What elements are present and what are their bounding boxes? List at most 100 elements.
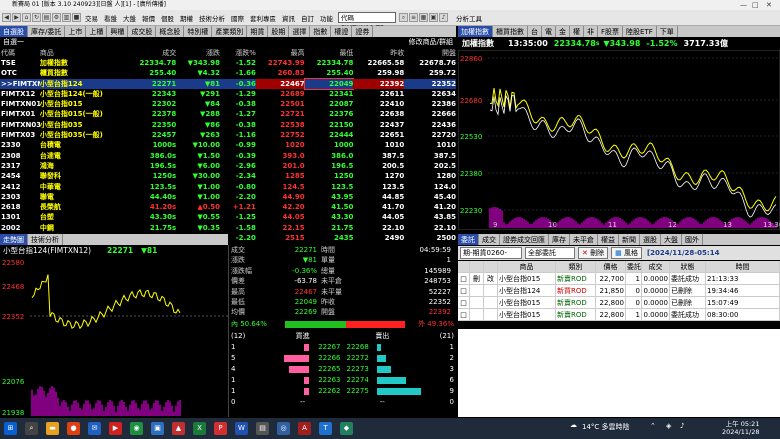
network-icon[interactable]: ◈ [666,422,671,430]
tab[interactable]: 興櫃 [107,26,129,37]
tab[interactable]: 台 [528,26,542,37]
column-header[interactable]: 狀態 [670,261,706,272]
modify-order-button[interactable] [484,285,498,296]
taskbar-search-icon[interactable]: ⌕ [25,422,38,435]
tab[interactable]: 技術分析 [28,234,63,245]
windows-start-icon[interactable]: ⊞ [4,422,17,435]
menu-item[interactable]: 技術分析 [196,13,228,23]
table-row[interactable]: 2330 台積電 1000s ▼10.00 -0.99 1020 1000 1010 1010 [0,140,456,150]
cancel-order-button[interactable] [470,297,484,308]
word-icon[interactable]: W [235,422,248,435]
column-header[interactable]: 類別 [556,261,596,272]
tab[interactable]: 成交 [479,234,500,245]
tab[interactable]: 股期 [268,26,290,37]
cancel-order-button[interactable] [470,309,484,320]
search-icon[interactable]: ⌕ [399,13,408,22]
table-row[interactable]: FIMTX12 小型台指124(一般) 22343 ▼291 -1.29 22689 223… [0,89,456,99]
menu-item[interactable]: 個股 [158,13,177,23]
tab[interactable]: 權證 [331,26,353,37]
tab[interactable]: 期貨 [247,26,269,37]
column-header[interactable]: 委託 [626,261,642,272]
menu-item[interactable]: 看盤 [101,13,120,23]
table-row[interactable]: □ 小型台指015 新賣ROD 22,800 1 0.0000 委託成功 08:30:00 [458,309,780,321]
table-row[interactable]: >>FIMTXN12小型台指124 22271 ▼81 -0.362246722049… [0,77,456,90]
column-header[interactable]: 價格 [596,261,626,272]
tab[interactable]: 概念股 [156,26,185,37]
book-row[interactable]: 1 22267 22268 1 [229,342,456,353]
tab[interactable]: 指數 [310,26,332,37]
column-header[interactable]: 最高 [256,48,305,58]
tab[interactable]: 上櫃 [86,26,108,37]
table-row[interactable]: FIMTXN03 小型台指035 22350 ▼86 -0.38 22538 22150 22… [0,120,456,130]
chart-icon[interactable]: ▥ [62,13,71,22]
menu-item[interactable]: 資訊 [279,13,298,23]
weather-text[interactable]: 14°C 多雲時陰 [582,422,630,432]
row-checkbox[interactable]: □ [458,285,470,296]
excel-icon[interactable]: X [193,422,206,435]
app-red-icon[interactable]: ▶ [109,422,122,435]
menu-item[interactable]: 期權 [177,13,196,23]
cancel-order-button[interactable]: 刪 [470,273,484,284]
table-row[interactable]: FIMTX03 小型台指035(一般) 22457 ▼263 -1.16 22752 224… [0,130,456,140]
column-header[interactable]: 成交 [116,48,176,58]
book-row[interactable]: 4 22265 22273 3 [229,364,456,375]
table-row[interactable]: FIMTX01 小型台指015(一般) 22378 ▼288 -1.27 22721 223… [0,109,456,119]
tab[interactable]: 庫存/委託 [28,26,66,37]
table-row[interactable]: 2002 中鋼 21.75s ▼0.35 -1.58 22.15 21.75 22.10 22.… [0,223,456,233]
lock-icon[interactable]: ■ [72,13,81,22]
menu-item[interactable]: 大盤 [120,13,139,23]
column-header[interactable]: 代碼 [0,48,40,58]
column-header[interactable] [484,261,498,272]
column-header[interactable]: 商品 [498,261,556,272]
menu-item[interactable]: 套利專區 [247,13,279,23]
table-row[interactable]: TSE 加權指數 22334.78 ▼343.98 -1.52 22743.99 22334… [0,58,456,68]
tab[interactable]: 加權指數 [458,26,493,37]
book-row[interactable]: 1 22263 22274 6 [229,375,456,386]
tab[interactable]: 大盤 [661,234,682,245]
tab[interactable]: F股票 [598,26,624,37]
clock[interactable]: 上午 05:21 2024/11/28 [722,420,759,436]
column-header[interactable]: 漲跌% [220,48,256,58]
pdf-icon[interactable]: A [298,422,311,435]
row-checkbox[interactable]: □ [458,297,470,308]
column-header[interactable]: 成交 [642,261,670,272]
tab[interactable]: 櫃買指數 [493,26,528,37]
grid-icon[interactable]: ▦ [419,13,428,22]
menu-item[interactable]: 功能 [317,13,336,23]
column-header[interactable] [470,261,484,272]
volume-icon[interactable]: ♪ [680,422,684,430]
column-header[interactable] [458,261,470,272]
tab[interactable]: 金 [556,26,570,37]
column-header[interactable]: 商品 [40,48,117,58]
tab[interactable]: 上市 [65,26,87,37]
tab[interactable]: 證券 [352,26,374,37]
tab[interactable]: 國外 [682,234,703,245]
table-row[interactable]: 1301 台塑 43.30s ▼0.55 -1.25 44.05 43.30 44.05 43.… [0,212,456,222]
folder-icon[interactable]: ▬ [46,422,59,435]
table-row[interactable]: 2412 中華電 123.5s ▼1.00 -0.80 124.5 123.5 123.5 12… [0,182,456,192]
print-icon[interactable]: ▤ [42,13,51,22]
tab[interactable]: 成交股 [128,26,157,37]
powerpoint-icon[interactable]: P [214,422,227,435]
cancel-order-button[interactable] [470,285,484,296]
table-row[interactable]: 2303 聯電 44.40s ▼1.00 -2.20 44.90 43.95 44.85 45.… [0,192,456,202]
column-header[interactable]: 昨收 [353,48,404,58]
tab[interactable]: 下單 [656,26,678,37]
tab[interactable]: 新聞 [619,234,640,245]
column-header[interactable]: 開盤 [404,48,456,58]
book-row[interactable]: 1 22262 22275 9 [229,386,456,397]
tab[interactable]: 自選股 [0,26,28,37]
table-row[interactable]: 2618 長榮航 41.20s ▲0.50 +1.21 42.20 41.50 41.70 41… [0,202,456,212]
network-app-icon[interactable]: ◎ [277,422,290,435]
tab[interactable]: 非 [584,26,598,37]
tab[interactable]: 未平倉 [570,234,598,245]
code-input[interactable]: 代碼 FIMTXN12.TF [338,12,396,32]
tab[interactable]: 證券成交回匯 [500,234,549,245]
teams-icon[interactable]: T [319,422,332,435]
mail-icon[interactable]: ✉ [88,422,101,435]
column-header[interactable]: 時間 [706,261,780,272]
weather-icon[interactable]: ☁ [570,421,577,429]
modify-order-button[interactable] [484,297,498,308]
refresh-icon[interactable]: ↻ [32,13,41,22]
trading-app-icon[interactable]: ▲ [172,422,185,435]
